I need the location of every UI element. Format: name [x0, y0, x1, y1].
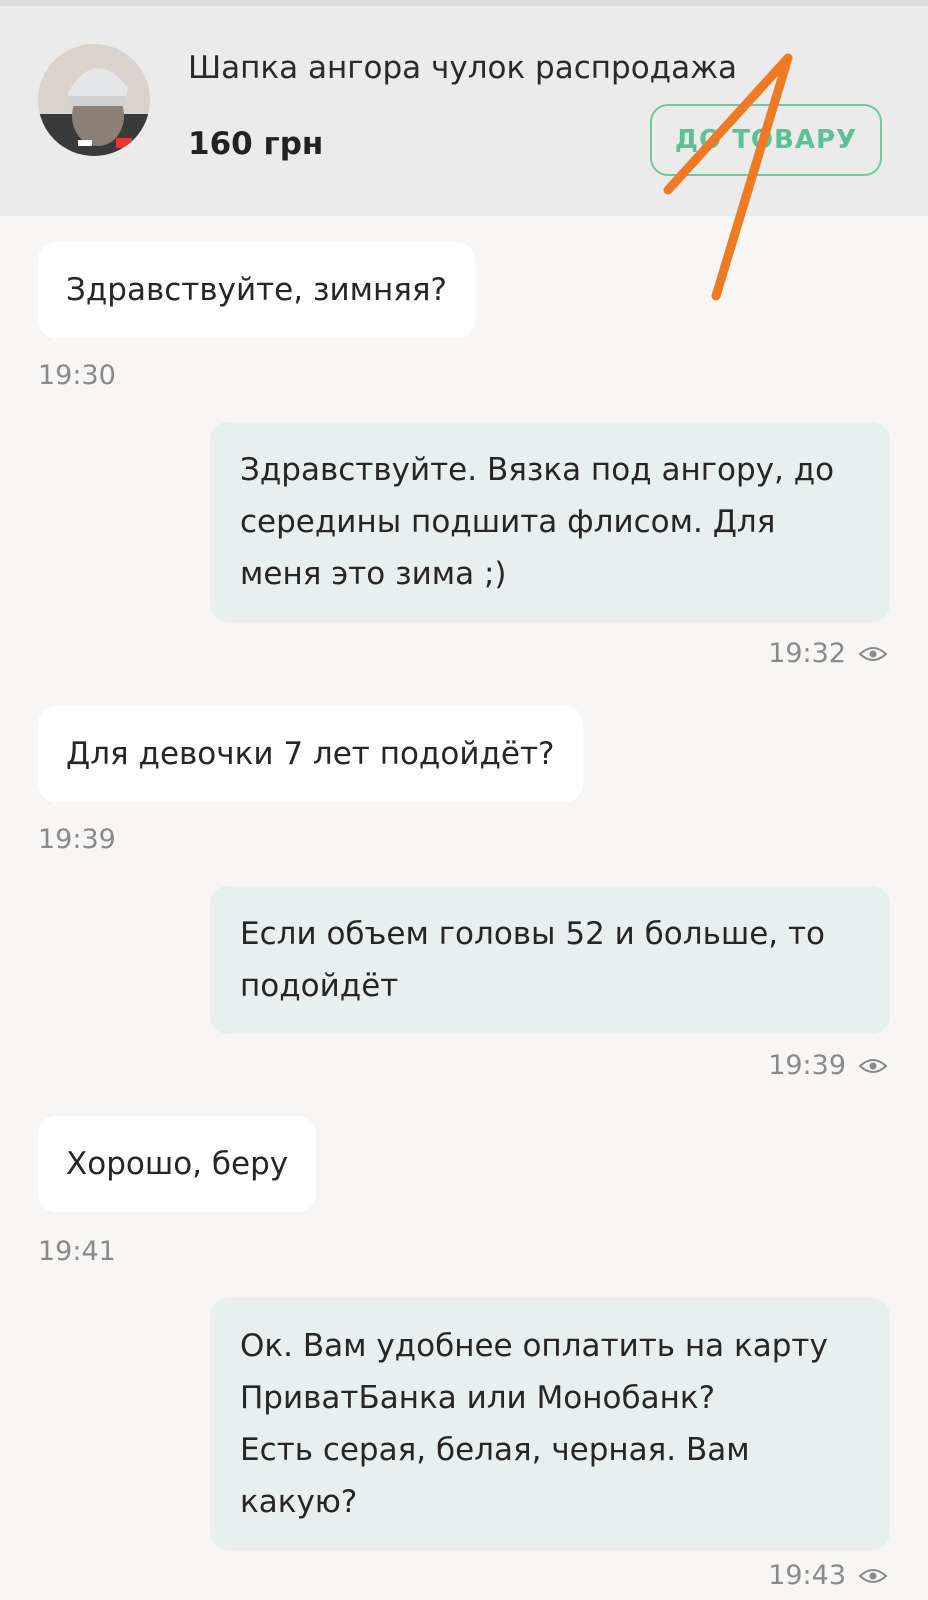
message-time: 19:39	[38, 824, 116, 855]
message-text: Если объем головы 52 и больше, то	[240, 916, 826, 952]
message-meta: 19:39	[768, 1050, 888, 1081]
product-avatar[interactable]	[38, 44, 150, 156]
message-time: 19:32	[768, 638, 846, 669]
message-bubble-outgoing[interactable]: Ок. Вам удобнее оплатить на карту Приват…	[210, 1298, 890, 1550]
message-text: какую?	[240, 1484, 358, 1520]
message-meta: 19:32	[768, 638, 888, 669]
message-text: меня это зима ;)	[240, 556, 507, 592]
message-time: 19:39	[768, 1050, 846, 1081]
eye-icon	[858, 1568, 888, 1583]
message-text: середины подшита флисом. Для	[240, 504, 776, 540]
product-price: 160 грн	[188, 126, 324, 162]
product-header: Шапка ангора чулок распродажа 160 грн ДО…	[0, 6, 928, 216]
message-bubble-outgoing[interactable]: Здравствуйте. Вязка под ангору, до серед…	[210, 422, 890, 622]
eye-icon	[858, 1058, 888, 1073]
message-bubble-outgoing[interactable]: Если объем головы 52 и больше, то подойд…	[210, 886, 890, 1034]
product-title[interactable]: Шапка ангора чулок распродажа	[188, 50, 737, 86]
message-time: 19:43	[768, 1560, 846, 1591]
message-text: подойдёт	[240, 968, 399, 1004]
message-bubble-incoming[interactable]: Здравствуйте, зимняя?	[38, 242, 475, 338]
message-text: ПриватБанка или Монобанк?	[240, 1380, 716, 1416]
message-bubble-incoming[interactable]: Для девочки 7 лет подойдёт?	[38, 706, 583, 802]
eye-icon	[858, 646, 888, 661]
to-product-button[interactable]: ДО ТОВАРУ	[650, 104, 882, 176]
message-text: Хорошо, беру	[66, 1146, 289, 1182]
message-meta: 19:43	[768, 1560, 888, 1591]
message-text: Здравствуйте. Вязка под ангору, до	[240, 452, 835, 488]
hat-photo-icon	[38, 44, 150, 156]
message-time: 19:30	[38, 360, 116, 391]
message-text: Для девочки 7 лет подойдёт?	[66, 736, 555, 772]
message-text: Ок. Вам удобнее оплатить на карту	[240, 1328, 828, 1364]
message-text: Есть серая, белая, черная. Вам	[240, 1432, 750, 1468]
message-bubble-incoming[interactable]: Хорошо, беру	[38, 1116, 317, 1212]
message-text: Здравствуйте, зимняя?	[66, 272, 447, 308]
message-time: 19:41	[38, 1236, 116, 1267]
